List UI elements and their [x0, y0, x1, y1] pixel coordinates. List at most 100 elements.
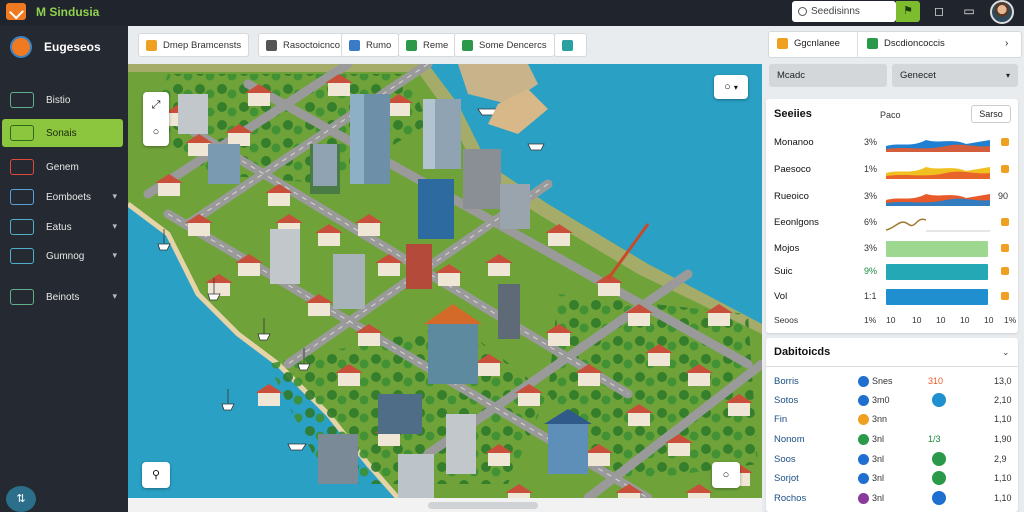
bookmark-icon[interactable]: ◻ [930, 3, 948, 19]
chat-icon[interactable]: ▭ [960, 3, 978, 19]
list-item-total: 1,10 [994, 473, 1012, 483]
toolbar-button[interactable]: Rasoctoicnco [258, 33, 349, 57]
sidebar-item[interactable]: Eomboets ▾ [2, 183, 123, 211]
section-row[interactable]: Vol 1:1 [774, 288, 1014, 306]
list-item-total: 1,10 [994, 414, 1012, 424]
section-row[interactable]: Monanoo 3% [774, 134, 1014, 152]
toolbar-button[interactable]: Reme [398, 33, 457, 57]
section-bar [886, 241, 988, 257]
sidebar-item[interactable]: Beinots ▾ [2, 283, 123, 311]
mode-select[interactable]: Mcadc [769, 64, 887, 87]
search-go-button[interactable]: ⚑ [896, 1, 920, 22]
search-input[interactable]: Seedisinns [792, 1, 896, 22]
layer-toggle-button[interactable]: ○ ▾ [714, 75, 748, 99]
indicator-icon [932, 452, 946, 466]
section-row[interactable]: Paesoco 1% [774, 161, 1014, 179]
sidebar-item[interactable]: Eatus ▾ [2, 213, 123, 241]
section-row[interactable]: Mojos 3% [774, 240, 1014, 258]
tab-overview[interactable]: Ggcnlanee [777, 38, 840, 49]
section-row[interactable]: Eeonlgons 6% [774, 214, 1014, 232]
tab-details[interactable]: Dscdioncoccis [867, 38, 945, 49]
divider [766, 366, 1018, 367]
filter-select-value: Genecet [900, 70, 936, 81]
list-item-name: Rochos [774, 493, 807, 504]
axis-tick: 10 [960, 315, 970, 325]
list-item-total: 2,10 [994, 395, 1012, 405]
list-item-name: Borris [774, 376, 799, 387]
sidebar-item-icon [10, 219, 34, 235]
section-label: Eeonlgons [774, 217, 819, 228]
panel-tabs: Ggcnlanee Dscdioncoccis › [768, 31, 1022, 58]
toolbar-icon [562, 39, 573, 51]
app-title: M Sindusia [36, 5, 100, 19]
list-item-metric: 1/3 [928, 434, 941, 444]
filter-select[interactable]: Genecet ▾ [892, 64, 1018, 87]
zoom-out-button[interactable]: ○ [143, 119, 169, 146]
section-sparkline [886, 140, 990, 152]
axis-tick: 1% [1004, 315, 1017, 325]
list-item-metric: 310 [928, 376, 944, 386]
locate-button[interactable]: ⚲ [142, 462, 170, 488]
toolbar-button[interactable]: Dmep Bramcensts [138, 33, 250, 57]
section-label: Vol [774, 291, 788, 302]
target-icon: ○ [722, 469, 730, 481]
list-item-value: 3m0 [872, 395, 890, 405]
status-dot-icon [858, 395, 869, 406]
sidebar-item-label: Eomboets [46, 191, 92, 203]
chevron-down-icon: ▾ [112, 291, 117, 301]
sidebar-item-icon [10, 289, 34, 305]
sidebar-item-icon [10, 189, 34, 205]
toolbar-icon [266, 39, 277, 51]
zoom-in-button[interactable]: ⤢ [143, 92, 169, 119]
toolbar-icon [406, 39, 417, 51]
map-scrollbar[interactable] [128, 498, 762, 512]
list-item[interactable]: Soos 3nl 2,9 [774, 452, 1014, 468]
list-item[interactable]: Borris Snes 310 13,0 [774, 374, 1014, 390]
card-action-button[interactable]: Sarso [971, 105, 1011, 123]
status-tag-icon [1001, 165, 1009, 173]
toolbar-button[interactable]: Rumo [341, 33, 400, 57]
mode-select-value: Mcadc [777, 70, 805, 81]
avatar[interactable] [990, 0, 1014, 24]
card-subtitle: Paco [880, 110, 901, 120]
axis-label: Seoos [774, 315, 799, 325]
list-item-name: Sotos [774, 395, 799, 406]
indicator-icon [932, 471, 946, 485]
chevron-down-icon: ▾ [1005, 71, 1010, 80]
list-item[interactable]: Rochos 3nl 1,10 [774, 491, 1014, 507]
list-item[interactable]: Fin 3nn 1,10 [774, 412, 1014, 428]
section-row[interactable]: Suic 9% [774, 263, 1014, 281]
scrollbar-thumb[interactable] [428, 502, 538, 509]
axis-tick: 1% [864, 315, 877, 325]
sidebar-item[interactable]: Sonais [2, 119, 123, 147]
list-item-total: 2,9 [994, 454, 1007, 464]
sidebar-item-label: Eatus [46, 221, 72, 233]
chevron-right-icon[interactable]: › [1005, 38, 1008, 49]
list-item[interactable]: Nonom 3nl 1/3 1,90 [774, 432, 1014, 448]
status-tag-icon [1001, 138, 1009, 146]
section-percent: 1:1 [864, 291, 877, 301]
expand-icon: ⤢ [151, 99, 161, 111]
app-logo-icon[interactable] [6, 3, 26, 20]
list-item[interactable]: Sotos 3m0 2,10 [774, 393, 1014, 409]
toolbar-icon [462, 39, 473, 51]
section-row[interactable]: Rueoico 3% 90 [774, 188, 1014, 206]
sidebar-item[interactable]: Genem [2, 153, 123, 181]
axis-tick: 10 [936, 315, 946, 325]
axis-tick: 10 [912, 315, 922, 325]
chevron-down-icon: ▾ [733, 83, 738, 92]
toolbar-button[interactable]: Some Dencercs [454, 33, 555, 57]
section-sparkline [886, 194, 990, 206]
toolbar-label: Dmep Bramcensts [163, 39, 242, 51]
sidebar-item[interactable]: Gumnog ▾ [2, 242, 123, 270]
toolbar-button[interactable] [554, 33, 587, 57]
sidebar-header: Eugeseos [10, 36, 101, 58]
list-item-value: 3nl [872, 434, 885, 444]
recenter-button[interactable]: ○ [712, 462, 740, 488]
settings-fab-button[interactable]: ⇅ [6, 486, 36, 512]
chevron-down-icon[interactable]: ⌄ [1002, 347, 1010, 358]
list-item[interactable]: Sorjot 3nl 1,10 [774, 471, 1014, 487]
city-map-canvas[interactable]: ○ ▾ ⤢ ○ ⚲ ○ [128, 64, 762, 498]
sidebar-item[interactable]: Bistio [2, 86, 123, 114]
isometric-city-map[interactable] [128, 64, 762, 498]
